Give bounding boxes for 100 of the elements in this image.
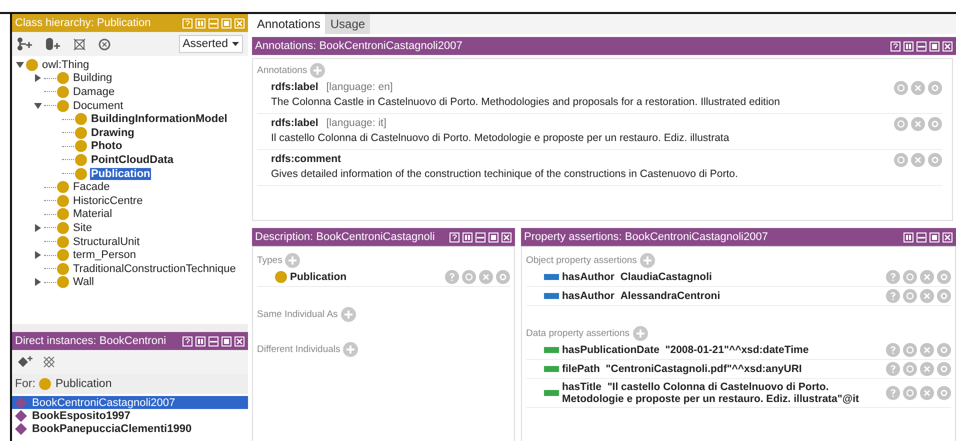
circle-icon[interactable] [98, 38, 111, 50]
edit-button[interactable] [928, 117, 942, 131]
split-view-icon[interactable] [462, 232, 473, 242]
tree-item[interactable]: Drawing [90, 126, 136, 139]
close-icon[interactable] [942, 232, 953, 242]
delete-button[interactable] [920, 289, 934, 303]
help-button[interactable] [886, 386, 900, 400]
close-icon[interactable] [942, 40, 953, 52]
add-subclass-icon[interactable] [17, 37, 33, 51]
maximize-icon[interactable] [488, 232, 499, 242]
tree-item[interactable]: owl:Thing [41, 58, 90, 71]
tree-item[interactable]: Facade [72, 181, 111, 194]
annotate-button[interactable] [903, 362, 917, 376]
maximize-icon[interactable] [929, 232, 940, 242]
collapse-arrow-icon[interactable] [34, 102, 42, 110]
collapse-arrow-icon[interactable] [16, 60, 24, 69]
tree-item[interactable]: BuildingInformationModel [90, 113, 228, 126]
edit-button[interactable] [937, 386, 951, 400]
minimize-icon[interactable] [916, 40, 927, 52]
expand-arrow-icon[interactable] [34, 74, 42, 82]
tree-item[interactable]: Publication [90, 168, 152, 180]
help-icon[interactable] [449, 232, 460, 242]
tree-item[interactable]: Material [72, 208, 114, 220]
edit-button[interactable] [928, 81, 942, 95]
edit-button[interactable] [937, 343, 951, 357]
delete-class-icon[interactable] [73, 38, 86, 50]
annotation-value: Il castello Colonna di Castelnuovo di Porto. Metodologie e proposte per un restauro. Ediz. illustrata [271, 132, 730, 144]
annotate-button[interactable] [903, 386, 917, 400]
tree-item[interactable]: Site [72, 222, 93, 234]
tree-item[interactable]: Damage [72, 86, 116, 98]
instance-item[interactable]: BookEsposito1997 [12, 409, 248, 422]
edit-button[interactable] [937, 362, 951, 376]
annotate-button[interactable] [894, 153, 908, 167]
tree-item[interactable]: term_Person [72, 249, 137, 262]
property-assertion: hasTitle "Il castello Colonna di Castelnuovo di Porto. Metodologie e proposte per un restauro. Ediz. illustrata"@it [562, 381, 860, 405]
property-icon [544, 390, 559, 396]
add-different-individual-button[interactable] [343, 342, 358, 357]
annotate-button[interactable] [903, 289, 917, 303]
help-icon[interactable] [890, 40, 901, 52]
edit-button[interactable] [928, 153, 942, 167]
add-same-individual-button[interactable] [340, 307, 356, 322]
tree-item[interactable]: PointCloudData [90, 154, 174, 166]
expand-arrow-icon[interactable] [34, 224, 42, 232]
expand-arrow-icon[interactable] [34, 251, 42, 260]
tree-item[interactable]: Building [72, 72, 114, 84]
annotate-button[interactable] [903, 343, 917, 357]
add-object-property-button[interactable] [640, 253, 655, 268]
maximize-icon[interactable] [929, 40, 940, 52]
tree-item[interactable]: StructuralUnit [72, 236, 141, 248]
minimize-icon[interactable] [916, 232, 927, 242]
edit-button[interactable] [496, 270, 510, 284]
instance-item[interactable]: BookPanepucciaClementi1990 [12, 422, 248, 435]
tree-item[interactable]: Document [72, 100, 124, 112]
delete-button[interactable] [920, 362, 934, 376]
class-icon [57, 86, 69, 98]
edit-button[interactable] [937, 270, 951, 284]
expand-arrow-icon[interactable] [34, 278, 42, 286]
minimize-icon[interactable] [208, 336, 219, 346]
annotate-button[interactable] [462, 270, 476, 284]
annotate-button[interactable] [894, 81, 908, 95]
help-button[interactable] [886, 270, 900, 284]
tree-item[interactable]: Photo [90, 140, 124, 152]
delete-button[interactable] [911, 81, 925, 95]
add-annotation-button[interactable] [310, 63, 326, 78]
individual-icon [15, 422, 27, 434]
delete-button[interactable] [920, 270, 934, 284]
delete-button[interactable] [911, 153, 925, 167]
add-sibling-icon[interactable] [45, 37, 61, 51]
section-label: Data property assertions [526, 328, 630, 339]
panel-title: Class hierarchy: Publication [15, 17, 152, 29]
add-data-property-button[interactable] [632, 326, 648, 341]
delete-button[interactable] [479, 270, 493, 284]
split-view-icon[interactable] [903, 40, 914, 52]
annotate-button[interactable] [903, 270, 917, 284]
view-dropdown[interactable]: Asserted [178, 35, 243, 53]
edit-button[interactable] [937, 289, 951, 303]
maximize-icon[interactable] [221, 336, 232, 346]
minimize-icon[interactable] [475, 232, 486, 242]
tree-item[interactable]: Wall [72, 276, 95, 288]
delete-button[interactable] [911, 117, 925, 131]
delete-button[interactable] [920, 386, 934, 400]
split-view-icon[interactable] [195, 336, 206, 346]
help-button[interactable] [445, 270, 459, 284]
delete-button[interactable] [920, 343, 934, 357]
instance-item[interactable]: BookCentroniCastagnoli2007 [12, 396, 248, 409]
help-button[interactable] [886, 289, 900, 303]
tab[interactable]: Annotations [252, 14, 326, 34]
close-icon[interactable] [501, 232, 512, 242]
tab[interactable]: Usage [325, 14, 370, 34]
help-button[interactable] [886, 343, 900, 357]
tree-item[interactable]: HistoricCentre [72, 194, 144, 207]
split-view-icon[interactable] [903, 232, 914, 242]
help-icon[interactable] [182, 336, 193, 346]
add-type-button[interactable] [285, 253, 300, 268]
add-individual-icon[interactable] [17, 356, 33, 368]
help-button[interactable] [886, 362, 900, 376]
close-icon[interactable] [234, 336, 245, 346]
delete-individual-icon[interactable] [43, 356, 55, 368]
annotate-button[interactable] [894, 117, 908, 131]
tree-item[interactable]: TraditionalConstructionTechnique [72, 262, 237, 275]
